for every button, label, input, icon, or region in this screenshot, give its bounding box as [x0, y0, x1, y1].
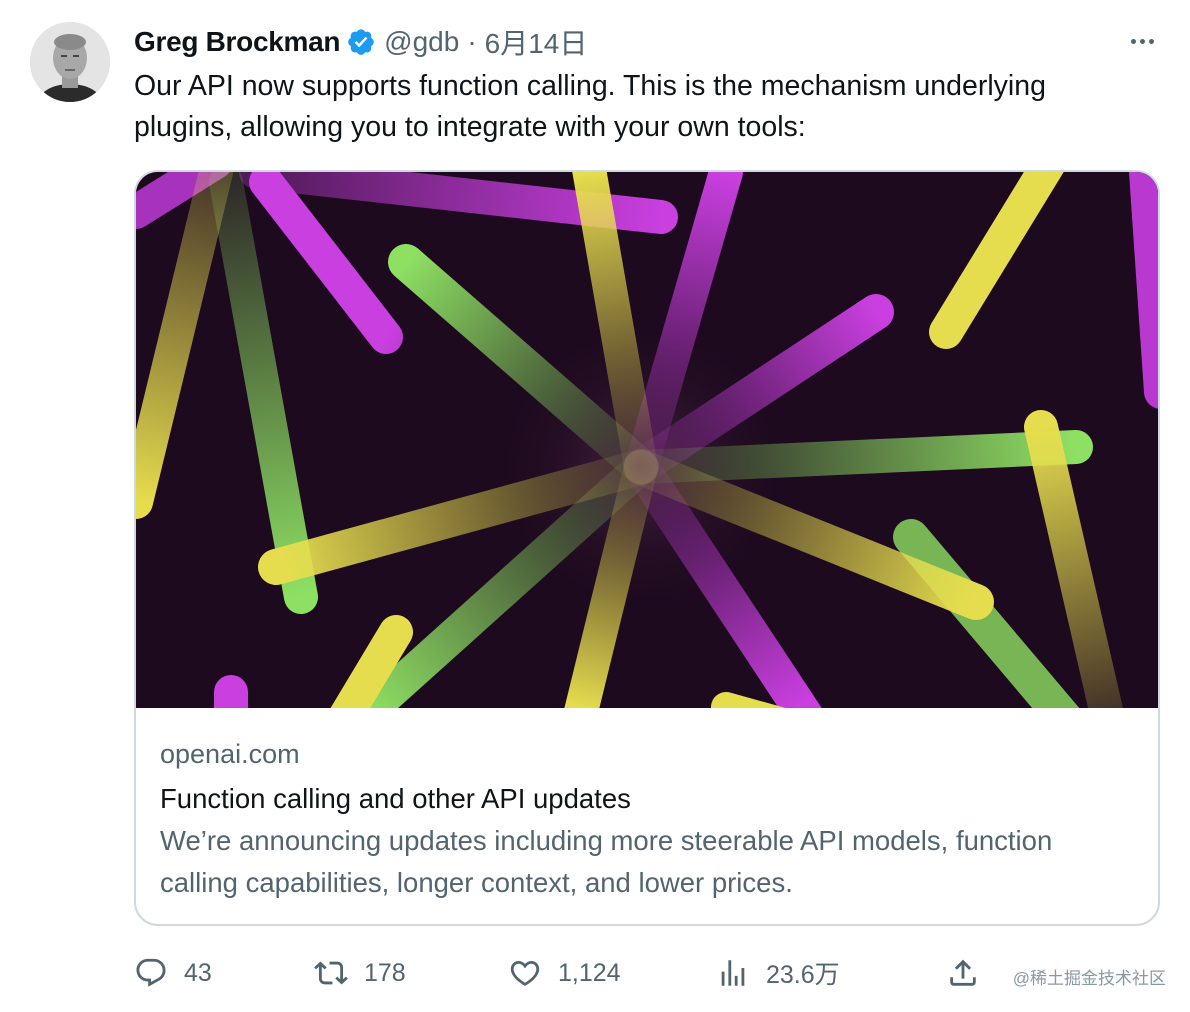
tweet-date[interactable]: 6月14日 — [485, 22, 588, 62]
heart-icon — [510, 960, 540, 986]
link-card[interactable]: openai.com Function calling and other AP… — [134, 170, 1160, 926]
like-count: 1,124 — [558, 958, 621, 987]
verified-badge-icon — [346, 27, 376, 57]
reply-count: 43 — [184, 958, 212, 987]
card-body: openai.com Function calling and other AP… — [160, 734, 1134, 904]
separator-dot: · — [467, 26, 477, 57]
reply-button[interactable]: 43 — [134, 950, 212, 996]
share-icon — [950, 959, 976, 986]
card-image — [136, 172, 1158, 708]
views-button[interactable]: 23.6万 — [716, 950, 840, 996]
more-horizontal-icon[interactable] — [1124, 26, 1160, 56]
avatar-photo — [30, 22, 110, 102]
more-dot — [1139, 38, 1145, 44]
like-button[interactable]: 1,124 — [508, 950, 621, 996]
more-dot — [1130, 38, 1136, 44]
card-description: We’re announcing updates including more … — [160, 825, 1053, 898]
retweet-icon — [314, 961, 348, 985]
tweet-header: Greg Brockman @gdb · 6月14日 — [134, 22, 587, 62]
view-count: 23.6万 — [766, 961, 840, 989]
tweet-text: Our API now supports function calling. T… — [134, 70, 1046, 143]
author-handle[interactable]: @gdb — [384, 26, 459, 58]
avatar[interactable] — [30, 22, 110, 102]
retweet-button[interactable]: 178 — [314, 950, 406, 996]
more-dot — [1148, 38, 1154, 44]
card-domain: openai.com — [160, 739, 300, 769]
glowing-sticks-illustration — [136, 172, 1158, 708]
reply-icon — [136, 958, 166, 987]
card-title: Function calling and other API updates — [160, 783, 631, 814]
retweet-count: 178 — [364, 958, 406, 987]
share-button[interactable] — [946, 950, 980, 996]
watermark: @稀土掘金技术社区 — [1012, 969, 1166, 988]
author-name[interactable]: Greg Brockman — [134, 26, 340, 58]
views-icon — [721, 960, 745, 986]
